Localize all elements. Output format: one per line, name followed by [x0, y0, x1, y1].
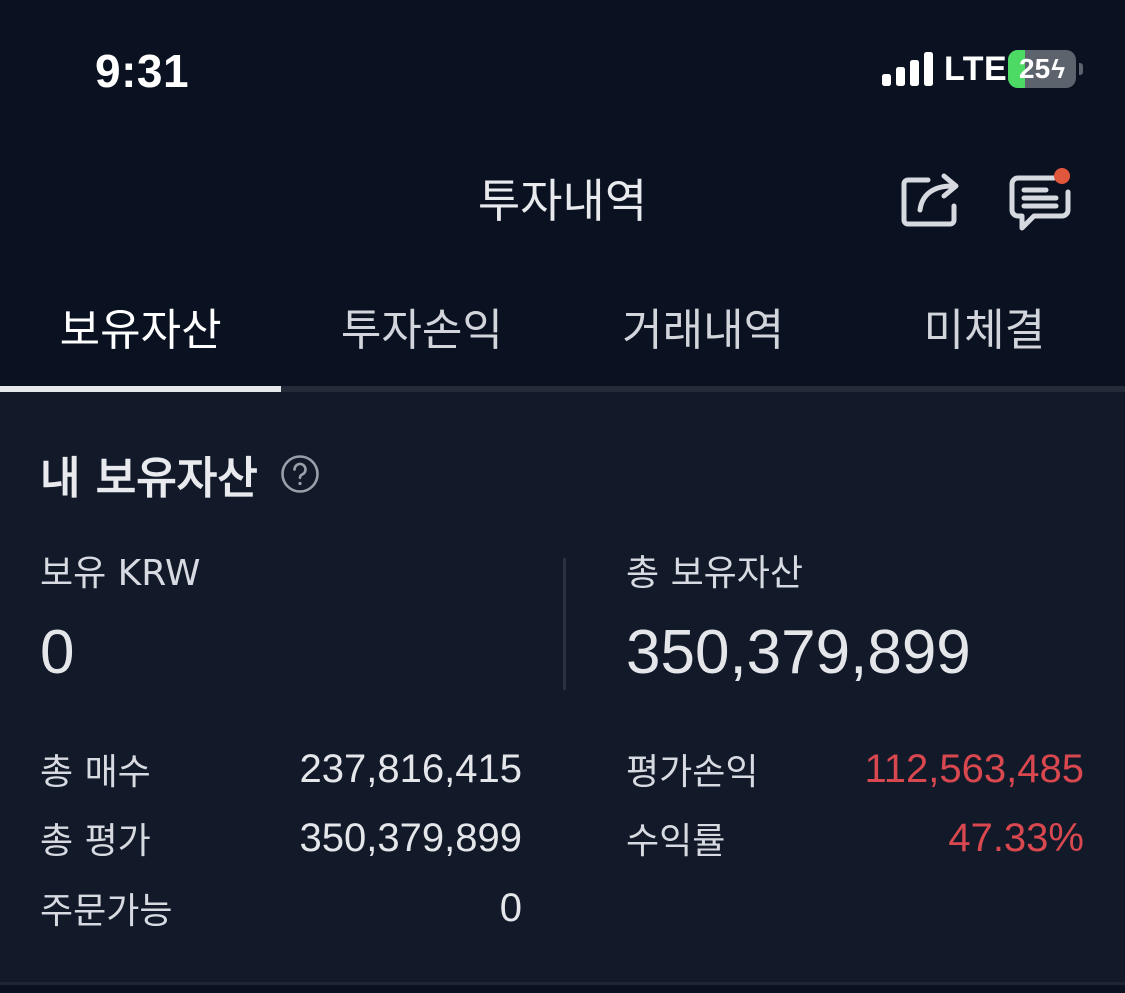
total-valuation-label: 총 평가: [40, 821, 151, 862]
battery-charging-icon: 25 ϟ: [1008, 50, 1076, 88]
lightning-icon: ϟ: [1051, 53, 1065, 84]
available-order-value: 0: [499, 885, 522, 930]
total-purchase-label: 총 매수: [40, 752, 151, 793]
total-assets-label: 총 보유자산: [626, 553, 804, 594]
available-order-label: 주문가능: [40, 891, 173, 932]
question-circle-icon[interactable]: [280, 454, 320, 494]
valuation-profit-label: 평가손익: [626, 752, 759, 793]
screen: 9:31 LTE 25 ϟ 투자내역 보유자산 투자손익 거래내역 미체결 내 …: [0, 0, 1125, 993]
tab-unfilled-orders[interactable]: 미체결: [844, 280, 1125, 386]
holdings-title-text: 내 보유자산: [40, 453, 258, 504]
notification-dot: [1054, 168, 1070, 184]
share-icon[interactable]: [898, 166, 968, 230]
return-rate-value: 47.33%: [948, 815, 1084, 860]
tab-bar: 보유자산 투자손익 거래내역 미체결: [0, 280, 1125, 392]
total-valuation-value: 350,379,899: [299, 815, 522, 860]
cellular-signal-icon: [882, 52, 933, 86]
tab-transactions[interactable]: 거래내역: [563, 280, 844, 386]
total-valuation-row: 총 평가 350,379,899: [40, 813, 522, 863]
chat-icon[interactable]: [1006, 166, 1076, 232]
summary-divider: [563, 558, 566, 690]
status-time: 9:31: [95, 45, 190, 97]
tab-profit-loss[interactable]: 투자손익: [281, 280, 562, 386]
available-order-row: 주문가능 0: [40, 883, 522, 933]
app-header: 투자내역: [0, 140, 1125, 260]
tab-holdings[interactable]: 보유자산: [0, 280, 282, 392]
valuation-profit-value: 112,563,485: [864, 746, 1084, 791]
network-type: LTE: [944, 50, 1008, 88]
battery-level-text: 25: [1019, 53, 1051, 84]
holdings-section-title: 내 보유자산: [40, 442, 320, 506]
total-purchase-value: 237,816,415: [299, 746, 522, 791]
return-rate-row: 수익률 47.33%: [626, 813, 1084, 863]
return-rate-label: 수익률: [626, 821, 726, 862]
battery-cap: [1079, 63, 1083, 75]
krw-summary: 보유 KRW 0: [40, 552, 200, 688]
krw-label: 보유 KRW: [40, 553, 201, 594]
total-assets-value: 350,379,899: [626, 618, 971, 687]
krw-value: 0: [40, 618, 75, 687]
battery-level: 25 ϟ: [1008, 50, 1076, 88]
valuation-profit-row: 평가손익 112,563,485: [626, 744, 1084, 794]
holdings-panel: 내 보유자산 보유 KRW 0 총 보유자산 350,379,899 총 매수 …: [0, 392, 1125, 985]
total-purchase-row: 총 매수 237,816,415: [40, 744, 522, 794]
status-bar: 9:31 LTE 25 ϟ: [0, 0, 1125, 130]
total-assets-summary: 총 보유자산 350,379,899: [626, 552, 971, 688]
